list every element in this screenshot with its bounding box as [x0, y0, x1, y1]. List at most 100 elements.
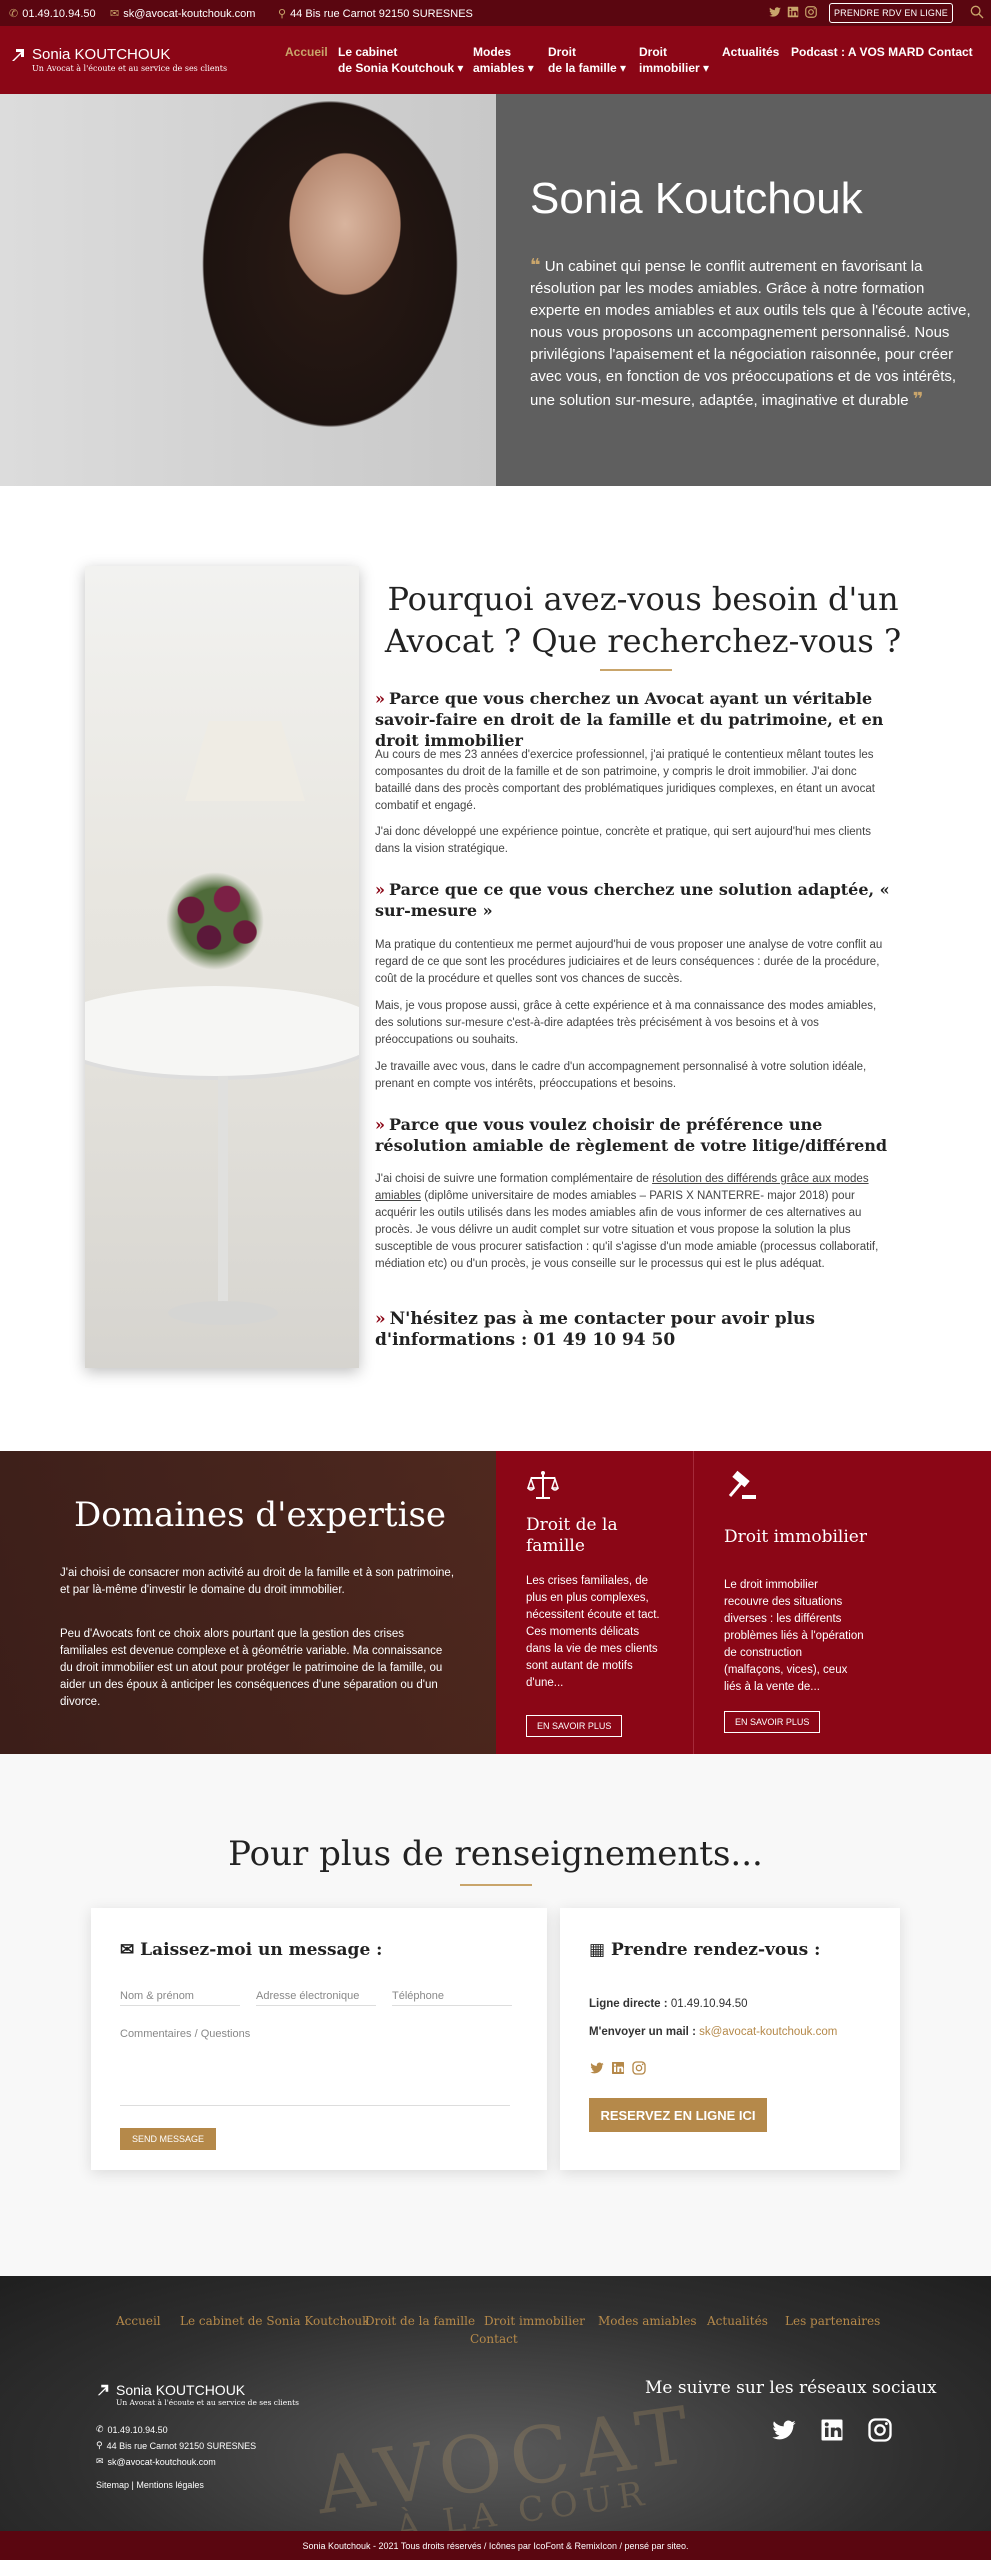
- copyright-bar: Sonia Koutchouk - 2021 Tous droits réser…: [0, 2531, 991, 2560]
- portrait-photo: [0, 94, 496, 486]
- domains-intro-panel: Domaines d'expertise J'ai choisi de cons…: [0, 1451, 496, 1754]
- why-title: Pourquoi avez-vous besoin d'un Avocat ? …: [384, 580, 902, 660]
- footer-link-contact[interactable]: Contact: [470, 2332, 518, 2346]
- nav-item-droit-famille[interactable]: Droit de la famille ▾: [548, 44, 626, 76]
- topbar-email[interactable]: ✉ sk@avocat-koutchouk.com: [110, 7, 256, 21]
- contact-section: Pour plus de renseignements... ✉ Laissez…: [0, 1754, 991, 2276]
- card-droit-immobilier[interactable]: Droit immobilier Le droit immobilier rec…: [694, 1451, 991, 1754]
- topbar-phone-text: 01.49.10.94.50: [22, 7, 96, 20]
- phone-icon: ✆: [96, 2424, 104, 2434]
- footer: AVOCAT À LA COUR Accueil Le cabinet de S…: [0, 2276, 991, 2531]
- contact-divider: [460, 1884, 532, 1886]
- domains-paragraph-1: J'ai choisi de consacrer mon activité au…: [60, 1567, 455, 1596]
- send-message-button[interactable]: SEND MESSAGE: [120, 2128, 217, 2150]
- footer-link-actualites[interactable]: Actualités: [707, 2314, 768, 2328]
- footer-link-partenaires[interactable]: Les partenaires: [785, 2314, 880, 2328]
- why-paragraph-1: Au cours de mes 23 années d'exercice pro…: [375, 749, 875, 812]
- footer-link-modes-amiables[interactable]: Modes amiables: [598, 2314, 697, 2328]
- why-paragraph-3: Ma pratique du contentieux me permet auj…: [375, 939, 883, 985]
- why-paragraph-6: J'ai choisi de suivre une formation comp…: [375, 1173, 879, 1270]
- nav-item-droit-immobilier[interactable]: Droit immobilier ▾: [639, 44, 709, 76]
- footer-logo[interactable]: Sonia KOUTCHOUK Un Avocat à l'écoute et …: [96, 2382, 299, 2407]
- immobilier-read-more-button[interactable]: EN SAVOIR PLUS: [724, 1711, 821, 1733]
- gavel-icon: [728, 1470, 756, 1499]
- card-immobilier-text: Le droit immobilier recouvre des situati…: [724, 1579, 864, 1693]
- nav-item-contact[interactable]: Contact: [928, 44, 973, 60]
- footer-phone[interactable]: ✆ 01.49.10.94.50: [96, 2424, 168, 2435]
- comments-textarea[interactable]: Commentaires / Questions: [120, 2018, 510, 2106]
- linkedin-icon[interactable]: [610, 2060, 626, 2076]
- follow-title: Me suivre sur les réseaux sociaux: [645, 2378, 937, 2398]
- footer-link-cabinet[interactable]: Le cabinet de Sonia Koutchouk: [180, 2314, 369, 2328]
- why-heading-1: » Parce que vous cherchez un Avocat ayant…: [375, 689, 884, 750]
- location-pin-icon: ⚲: [96, 2440, 103, 2450]
- domains-title: Domaines d'expertise: [73, 1495, 447, 1535]
- topbar-social: [768, 5, 818, 19]
- nav-item-accueil[interactable]: Accueil: [285, 44, 328, 60]
- topbar-address: ⚲ 44 Bis rue Carnot 92150 SURESNES: [278, 7, 473, 21]
- quote-open-mark: ❝: [530, 255, 541, 275]
- card-famille-title: Droit de la famille: [526, 1515, 618, 1556]
- top-bar: ✆ 01.49.10.94.50 ✉ sk@avocat-koutchouk.c…: [0, 0, 991, 26]
- email-input[interactable]: Adresse électronique: [256, 1980, 376, 2006]
- office-photo: [85, 566, 359, 1368]
- copyright-text: Sonia Koutchouk - 2021 Tous droits réser…: [302, 2540, 689, 2551]
- footer-link-famille[interactable]: Droit de la famille: [365, 2314, 475, 2328]
- hero-title: Sonia Koutchouk: [530, 174, 863, 223]
- footer-email[interactable]: ✉ sk@avocat-koutchouk.com: [96, 2456, 216, 2467]
- why-heading-3: » Parce que vous voulez choisir de préfér…: [375, 1115, 888, 1155]
- site-logo[interactable]: Sonia KOUTCHOUK Un Avocat à l'écoute et …: [10, 46, 227, 73]
- domains-paragraph-2: Peu d'Avocats font ce choix alors pourta…: [60, 1628, 443, 1708]
- quote-close-mark: ❞: [912, 389, 924, 409]
- footer-legal-links[interactable]: Sitemap | Mentions légales: [96, 2480, 204, 2490]
- hero-section: Sonia Koutchouk ❝ Un cabinet qui pense l…: [0, 94, 991, 486]
- scales-icon: [526, 1471, 560, 1499]
- logo-arrow-icon: [97, 2384, 109, 2396]
- name-input[interactable]: Nom & prénom: [120, 1980, 240, 2006]
- footer-social: [770, 2416, 894, 2444]
- mail-link[interactable]: sk@avocat-koutchouk.com: [699, 2026, 837, 2038]
- appointment-social: [589, 2060, 647, 2076]
- twitter-icon[interactable]: [770, 2416, 798, 2444]
- title-divider: [600, 669, 672, 671]
- message-form-title: ✉ Laissez-moi un message :: [120, 1940, 383, 1960]
- instagram-icon[interactable]: [631, 2060, 647, 2076]
- phone-icon: ✆: [9, 8, 19, 20]
- twitter-icon[interactable]: [589, 2060, 605, 2076]
- phone-input[interactable]: Téléphone: [392, 1980, 512, 2006]
- card-immobilier-title: Droit immobilier: [724, 1527, 867, 1547]
- appointment-title: ▦ Prendre rendez-vous :: [589, 1940, 821, 1960]
- linkedin-icon[interactable]: [786, 5, 800, 19]
- message-form-box: ✉ Laissez-moi un message : Nom & prénom …: [91, 1908, 547, 2170]
- why-paragraph-5: Je travaille avec vous, dans le cadre d'…: [375, 1061, 867, 1090]
- footer-link-accueil[interactable]: Accueil: [116, 2314, 161, 2328]
- email-icon: ✉: [96, 2456, 104, 2466]
- book-online-button[interactable]: RESERVEZ EN LIGNE ICI: [589, 2098, 767, 2132]
- appointment-box: ▦ Prendre rendez-vous : Ligne directe : …: [560, 1908, 900, 2170]
- nav-item-podcast[interactable]: Podcast : A VOS MARD: [791, 44, 924, 60]
- twitter-icon[interactable]: [768, 5, 782, 19]
- direct-line-value[interactable]: 01.49.10.94.50: [671, 1998, 748, 2010]
- footer-logo-tagline: Un Avocat à l'écoute et au service de se…: [116, 2398, 299, 2407]
- book-appointment-button[interactable]: PRENDRE RDV EN LIGNE: [829, 3, 953, 23]
- domains-section: Domaines d'expertise J'ai choisi de cons…: [0, 1451, 991, 1754]
- card-droit-famille[interactable]: Droit de la famille Les crises familiale…: [496, 1451, 693, 1754]
- main-navigation: Sonia KOUTCHOUK Un Avocat à l'écoute et …: [0, 26, 991, 94]
- why-heading-2: » Parce que ce que vous cherchez une solu…: [375, 880, 890, 920]
- topbar-phone[interactable]: ✆ 01.49.10.94.50: [9, 7, 96, 21]
- instagram-icon[interactable]: [804, 5, 818, 19]
- footer-link-immobilier[interactable]: Droit immobilier: [484, 2314, 585, 2328]
- email-icon: ✉: [110, 8, 120, 20]
- instagram-icon[interactable]: [866, 2416, 894, 2444]
- hero-quote-text: Un cabinet qui pense le conflit autremen…: [530, 258, 971, 409]
- nav-item-modes-amiables[interactable]: Modes amiables ▾: [473, 44, 534, 76]
- search-icon[interactable]: [969, 4, 985, 20]
- linkedin-icon[interactable]: [818, 2416, 846, 2444]
- topbar-email-text: sk@avocat-koutchouk.com: [123, 7, 256, 20]
- famille-read-more-button[interactable]: EN SAVOIR PLUS: [526, 1715, 623, 1737]
- topbar-address-text: 44 Bis rue Carnot 92150 SURESNES: [290, 7, 473, 20]
- logo-name: Sonia KOUTCHOUK: [32, 46, 171, 63]
- nav-item-cabinet[interactable]: Le cabinet de Sonia Koutchouk ▾: [338, 44, 463, 76]
- mail-line: M'envoyer un mail : sk@avocat-koutchouk.…: [589, 2026, 838, 2038]
- nav-item-actualites[interactable]: Actualités: [722, 44, 779, 60]
